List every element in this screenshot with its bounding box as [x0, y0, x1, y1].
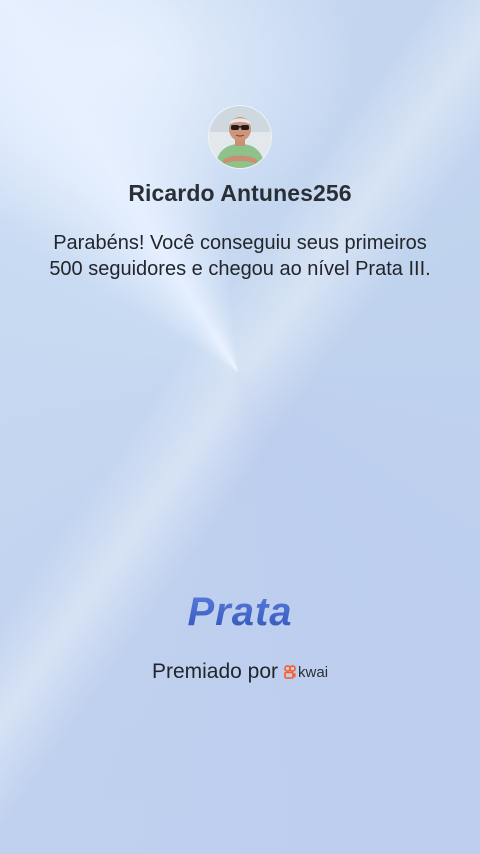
user-name: Ricardo Antunes256	[128, 180, 352, 206]
avatar-photo	[209, 106, 271, 168]
kwai-logo-icon	[284, 665, 296, 679]
congratulations-message: Parabéns! Você conseguiu seus primeiros …	[49, 232, 431, 280]
brand-name: kwai	[298, 663, 329, 681]
level-title: Prata	[0, 590, 480, 635]
avatar	[209, 106, 271, 168]
award-label: Premiado por	[151, 660, 279, 683]
brand: kwai	[284, 664, 328, 681]
award-attribution: Premiado por kwai	[0, 660, 480, 684]
